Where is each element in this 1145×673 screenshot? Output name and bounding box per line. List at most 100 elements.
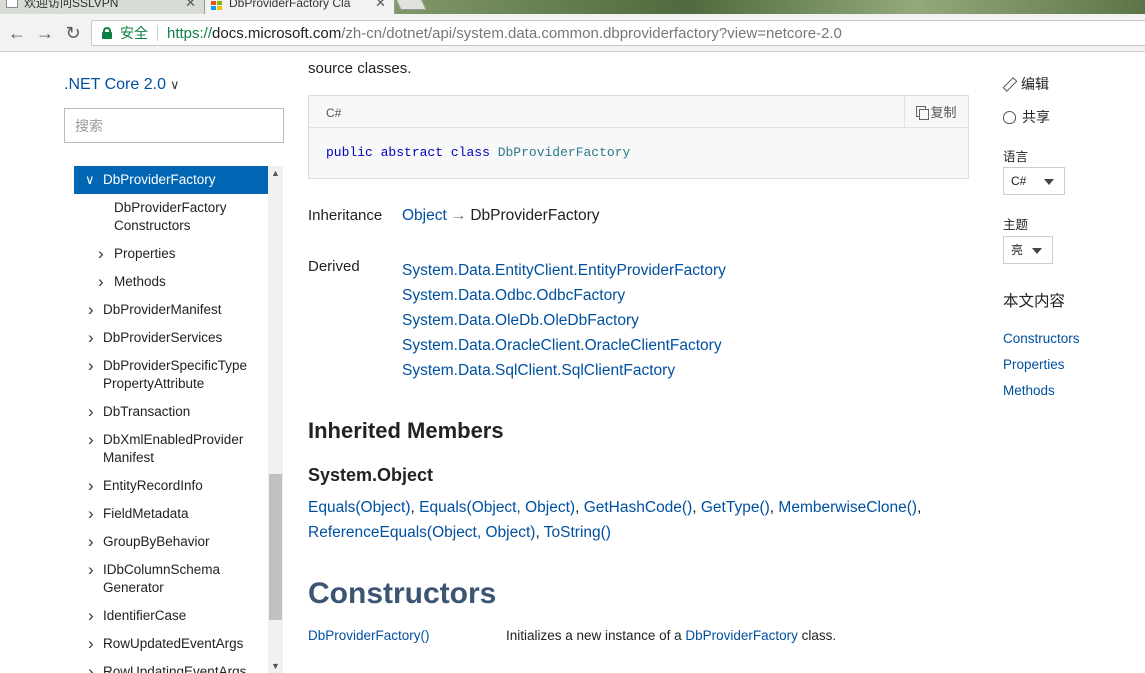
toc-item[interactable]: › DbXmlEnabledProvider Manifest: [74, 431, 268, 467]
object-link[interactable]: Object: [402, 207, 447, 224]
inheritance-label: Inheritance: [308, 207, 383, 224]
pencil-icon: [1003, 78, 1015, 90]
toc-item[interactable]: › IDbColumnSchema Generator: [74, 561, 268, 597]
copy-button[interactable]: 复制: [904, 96, 968, 127]
toc-item[interactable]: › DbProviderServices: [74, 329, 268, 347]
member-link[interactable]: Equals(Object, Object): [419, 499, 575, 516]
close-icon[interactable]: ✕: [375, 0, 386, 12]
toc-item[interactable]: › DbTransaction: [74, 403, 268, 421]
chevron-right-icon: ›: [88, 476, 94, 495]
toc-item-label: DbProviderSpecificType PropertyAttribute: [103, 358, 248, 391]
toc-item[interactable]: › RowUpdatingEventArgs: [74, 663, 268, 673]
code-block-header: C# 复制: [309, 96, 968, 128]
toc-scrollbar[interactable]: ▲ ▼: [268, 166, 283, 673]
chevron-right-icon: ›: [98, 272, 104, 291]
scrollbar-thumb[interactable]: [269, 474, 282, 620]
derived-label: Derived: [308, 258, 360, 275]
code-body: public abstract class DbProviderFactory: [309, 128, 968, 177]
toc-item-label: FieldMetadata: [103, 506, 189, 521]
code-keyword: class: [450, 145, 490, 160]
toc-item-label: IDbColumnSchema Generator: [103, 562, 221, 595]
toc-item[interactable]: › Methods: [74, 273, 268, 291]
member-link[interactable]: GetHashCode(): [584, 499, 693, 516]
toc-item[interactable]: › GroupByBehavior: [74, 533, 268, 551]
toc-item[interactable]: › EntityRecordInfo: [74, 477, 268, 495]
browser-tab-sslvpn[interactable]: 欢迎访问SSLVPN ✕: [0, 0, 205, 14]
chevron-right-icon: ›: [88, 504, 94, 523]
address-bar: ← → ↻ 安全 https:// docs.microsoft.com /zh…: [0, 14, 1145, 52]
toc-item-label: DbXmlEnabledProvider Manifest: [103, 432, 244, 465]
member-link[interactable]: ReferenceEquals(Object, Object): [308, 524, 535, 541]
chevron-right-icon: ›: [88, 328, 94, 347]
member-link[interactable]: Equals(Object): [308, 499, 411, 516]
lock-icon: [102, 27, 112, 39]
chevron-right-icon: ›: [88, 430, 94, 449]
member-link[interactable]: GetType(): [701, 499, 770, 516]
member-link[interactable]: ToString(): [544, 524, 611, 541]
toc-item[interactable]: DbProviderFactory Constructors: [74, 199, 268, 235]
microsoft-logo-icon: [211, 0, 223, 10]
article-toc-link[interactable]: Constructors: [1003, 326, 1080, 352]
browser-tab-dbproviderfactory[interactable]: DbProviderFactory Cla ✕: [205, 0, 395, 14]
toc-item[interactable]: ∨ DbProviderFactory: [74, 166, 268, 194]
share-icon: [1003, 110, 1016, 124]
toc-item-label: DbProviderManifest: [103, 302, 222, 317]
ctor-desc-link[interactable]: DbProviderFactory: [685, 628, 798, 643]
version-selector[interactable]: .NET Core 2.0 ∨: [64, 76, 179, 94]
theme-select[interactable]: 亮: [1003, 236, 1053, 264]
language-label: 语言: [1003, 150, 1029, 164]
toc-item[interactable]: › IdentifierCase: [74, 607, 268, 625]
toc-item-label: RowUpdatingEventArgs: [103, 664, 247, 673]
derived-link[interactable]: System.Data.SqlClient.SqlClientFactory: [402, 358, 726, 383]
edit-label: 编辑: [1021, 76, 1049, 92]
toc-item[interactable]: › DbProviderManifest: [74, 301, 268, 319]
arrow-right-icon: →: [450, 207, 467, 224]
chevron-down-icon: ∨: [169, 77, 180, 92]
chevron-right-icon: ›: [88, 356, 94, 375]
share-link[interactable]: 共享: [1003, 107, 1050, 127]
secure-label: 安全: [120, 25, 148, 41]
scroll-up-icon[interactable]: ▲: [268, 168, 283, 178]
toc-item-label: DbProviderFactory Constructors: [114, 200, 227, 233]
toc-item[interactable]: › FieldMetadata: [74, 505, 268, 523]
language-select[interactable]: C#: [1003, 167, 1065, 195]
table-of-contents: ∨ DbProviderFactory DbProviderFactory Const…: [74, 166, 268, 673]
derived-link[interactable]: System.Data.OracleClient.OracleClientFac…: [402, 333, 726, 358]
article-toc-link[interactable]: Methods: [1003, 378, 1080, 404]
forward-icon[interactable]: →: [34, 22, 56, 44]
new-tab-button[interactable]: [393, 0, 427, 10]
derived-link[interactable]: System.Data.EntityClient.EntityProviderF…: [402, 258, 726, 283]
derived-link[interactable]: System.Data.Odbc.OdbcFactory: [402, 283, 726, 308]
toc-item[interactable]: › DbProviderSpecificType PropertyAttribute: [74, 357, 268, 393]
chevron-right-icon: ›: [88, 662, 94, 673]
url-host: docs.microsoft.com: [212, 24, 342, 42]
toc-item[interactable]: › Properties: [74, 245, 268, 263]
url-input[interactable]: 安全 https:// docs.microsoft.com /zh-cn/do…: [91, 20, 1145, 46]
back-icon[interactable]: ←: [6, 22, 28, 44]
reload-icon[interactable]: ↻: [62, 22, 84, 44]
article-toc-link[interactable]: Properties: [1003, 352, 1080, 378]
scroll-down-icon[interactable]: ▼: [268, 661, 283, 671]
theme-value: 亮: [1011, 243, 1024, 257]
chevron-down-icon: ∨: [85, 172, 95, 187]
copy-icon: [916, 106, 930, 120]
current-class: DbProviderFactory: [470, 207, 600, 224]
constructors-heading: Constructors: [308, 577, 497, 610]
inherited-members-heading: Inherited Members: [308, 418, 504, 443]
chevron-right-icon: ›: [88, 300, 94, 319]
intro-text: source classes.: [308, 60, 412, 77]
code-keyword: abstract: [380, 145, 444, 160]
toc-item-label: EntityRecordInfo: [103, 478, 203, 493]
copy-label: 复制: [930, 105, 957, 120]
inherited-members-list: Equals(Object), Equals(Object, Object), …: [308, 499, 922, 541]
toc-search-input[interactable]: [64, 108, 284, 143]
edit-link[interactable]: 编辑: [1003, 74, 1049, 94]
ctor-desc-suffix: class.: [797, 628, 837, 643]
member-link[interactable]: MemberwiseClone(): [778, 499, 917, 516]
derived-link[interactable]: System.Data.OleDb.OleDbFactory: [402, 308, 726, 333]
in-this-article-heading: 本文内容: [1003, 293, 1066, 310]
close-icon[interactable]: ✕: [185, 0, 196, 12]
toc-item-label: RowUpdatedEventArgs: [103, 636, 244, 651]
toc-item[interactable]: › RowUpdatedEventArgs: [74, 635, 268, 653]
constructor-link[interactable]: DbProviderFactory(): [308, 628, 430, 643]
